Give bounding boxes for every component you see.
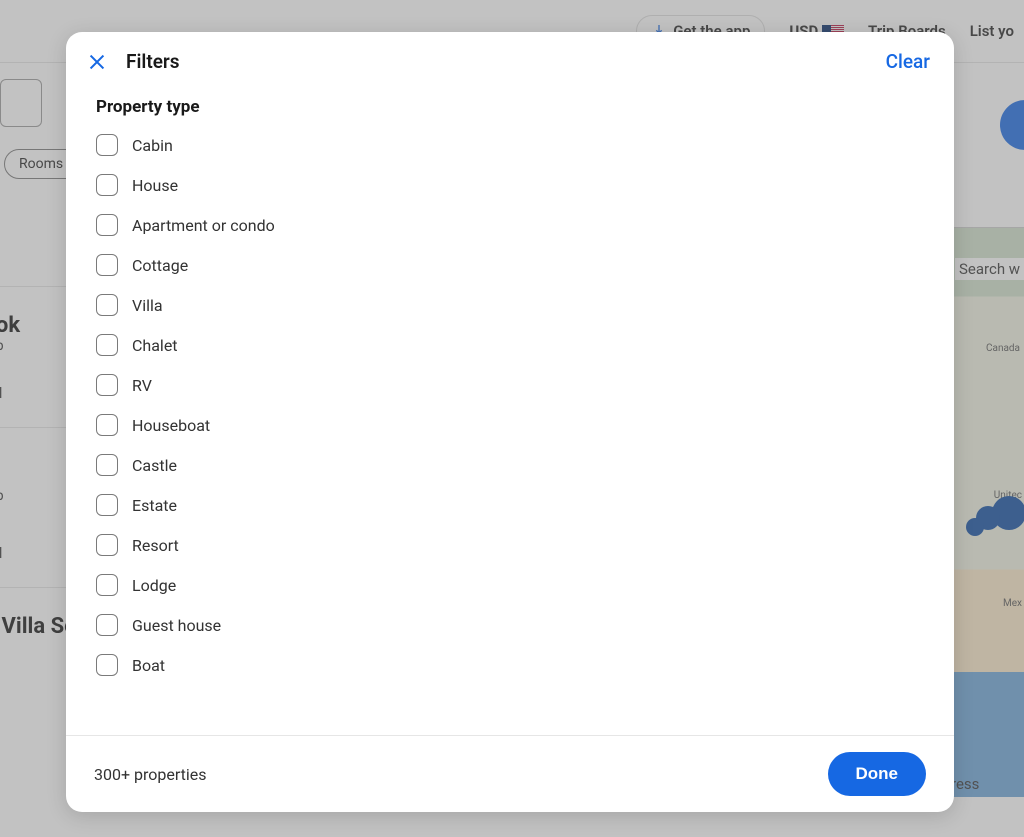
option-label: Cottage [132,256,188,275]
checkbox-icon[interactable] [96,534,118,556]
checkbox-icon[interactable] [96,134,118,156]
checkbox-icon[interactable] [96,614,118,636]
checkbox-icon[interactable] [96,214,118,236]
property-type-heading: Property type [96,97,924,117]
option-label: House [132,176,178,195]
checkbox-icon[interactable] [96,454,118,476]
option-label: Apartment or condo [132,216,275,235]
property-type-option-villa[interactable]: Villa [96,285,924,325]
property-type-option-chalet[interactable]: Chalet [96,325,924,365]
checkbox-icon[interactable] [96,174,118,196]
property-type-option-resort[interactable]: Resort [96,525,924,565]
checkbox-icon[interactable] [96,414,118,436]
property-type-option-rv[interactable]: RV [96,365,924,405]
checkbox-icon[interactable] [96,254,118,276]
option-label: Chalet [132,336,178,355]
modal-footer: 300+ properties Done [66,735,954,812]
option-label: Resort [132,536,179,555]
checkbox-icon[interactable] [96,334,118,356]
option-label: RV [132,376,152,395]
option-label: Castle [132,456,177,475]
option-label: Cabin [132,136,173,155]
option-label: Houseboat [132,416,210,435]
property-type-option-house[interactable]: House [96,165,924,205]
clear-button[interactable]: Clear [886,50,930,73]
property-type-option-castle[interactable]: Castle [96,445,924,485]
checkbox-icon[interactable] [96,374,118,396]
close-icon[interactable] [86,51,108,73]
checkbox-icon[interactable] [96,294,118,316]
checkbox-icon[interactable] [96,494,118,516]
checkbox-icon[interactable] [96,574,118,596]
modal-body[interactable]: Property type Cabin House Apartment or c… [66,91,954,735]
property-type-option-cabin[interactable]: Cabin [96,125,924,165]
property-type-option-guest-house[interactable]: Guest house [96,605,924,645]
property-type-option-houseboat[interactable]: Houseboat [96,405,924,445]
option-label: Villa [132,296,163,315]
property-type-option-cottage[interactable]: Cottage [96,245,924,285]
filters-modal: Filters Clear Property type Cabin House … [66,32,954,812]
checkbox-icon[interactable] [96,654,118,676]
property-type-option-lodge[interactable]: Lodge [96,565,924,605]
option-label: Estate [132,496,177,515]
modal-header: Filters Clear [66,32,954,91]
property-type-option-apartment-or-condo[interactable]: Apartment or condo [96,205,924,245]
result-count: 300+ properties [94,765,207,784]
option-label: Guest house [132,616,221,635]
property-type-option-estate[interactable]: Estate [96,485,924,525]
option-label: Boat [132,656,165,675]
option-label: Lodge [132,576,176,595]
property-type-option-boat[interactable]: Boat [96,645,924,685]
done-button[interactable]: Done [828,752,927,796]
modal-title: Filters [126,50,886,73]
